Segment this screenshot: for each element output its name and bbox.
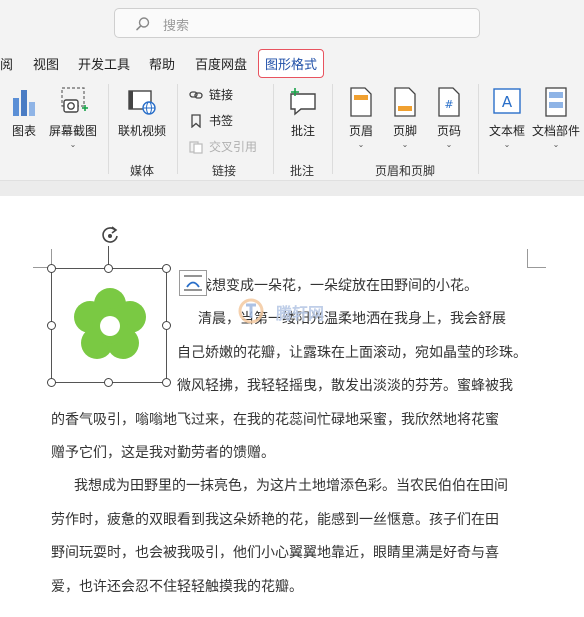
svg-text:#: # [444,98,453,111]
menu-bar: 阅 视图 开发工具 帮助 百度网盘 图形格式 [0,46,584,80]
chart-button[interactable]: 图表 [6,86,42,139]
bookmark-label: 书签 [209,114,234,128]
ribbon-separator [478,84,479,174]
footer-label: 页脚 [392,124,417,138]
ribbon-separator [177,84,178,174]
header-icon [350,87,372,117]
search-box[interactable]: 搜索 [114,8,480,38]
tab-help[interactable]: 帮助 [149,54,175,73]
bookmark-icon [191,113,201,128]
tab-baidu-netdisk[interactable]: 百度网盘 [195,54,247,73]
bookmark-button[interactable]: 书签 [189,112,233,129]
paragraph-line: 野间玩耍时，也会被我吸引，他们小心翼翼地靠近，眼睛里满是好奇与喜 [51,545,499,561]
ribbon-separator [273,84,274,174]
tab-review[interactable]: 阅 [0,54,13,73]
watermark-logo: 腾轩网 [236,296,346,326]
comment-label: 批注 [290,124,315,138]
paragraph-line: 爱，也许还会忍不住轻轻触摸我的花瓣。 [51,579,303,595]
resize-handle[interactable] [47,321,56,330]
ribbon: 图表 屏幕截图 ⌄ 联机视频 链接 书签 交叉引用 批注 页眉 ⌄ 页脚 ⌄ #… [0,80,584,181]
comment-button[interactable]: 批注 [283,86,323,139]
resize-handle[interactable] [47,378,56,387]
ruler-band [0,181,584,196]
header-button[interactable]: 页眉 ⌄ [343,86,379,149]
link-icon [189,90,203,99]
textbox-label: 文本框 [488,124,525,138]
paragraph-line: 微风轻拂，我轻轻摇曳，散发出淡淡的芬芳。蜜蜂被我 [177,378,513,394]
paragraph-line: 赠予它们，这是我对勤劳者的馈赠。 [51,445,275,461]
group-label-media: 媒体 [130,164,155,178]
layout-options-button[interactable] [179,270,207,296]
watermark-icon [238,298,264,324]
group-label-comments: 批注 [290,164,315,178]
chevron-down-icon: ⌄ [503,140,511,149]
online-video-icon [128,90,156,115]
link-label: 链接 [209,88,234,102]
footer-button[interactable]: 页脚 ⌄ [387,86,423,149]
resize-handle[interactable] [162,378,171,387]
chevron-down-icon: ⌄ [401,140,409,149]
watermark-text: 腾轩网 [276,304,325,323]
page-number-label: 页码 [436,124,461,138]
flower-shape[interactable] [66,280,154,372]
cross-reference-icon [189,140,203,154]
tab-developer[interactable]: 开发工具 [78,54,130,73]
online-video-button[interactable]: 联机视频 [117,86,167,139]
resize-handle[interactable] [104,378,113,387]
screenshot-icon [61,87,88,113]
document-parts-label: 文档部件 [531,124,580,138]
title-bar: 搜索 [0,0,584,46]
textbox-button[interactable]: A 文本框 ⌄ [487,86,527,149]
layout-options-icon [184,275,202,291]
resize-handle[interactable] [47,264,56,273]
resize-handle[interactable] [104,264,113,273]
ribbon-separator [332,84,333,174]
header-label: 页眉 [348,124,373,138]
link-button[interactable]: 链接 [189,86,233,103]
cross-reference-button[interactable]: 交叉引用 [189,138,257,155]
chevron-down-icon: ⌄ [357,140,365,149]
chevron-down-icon: ⌄ [552,140,560,149]
search-placeholder: 搜索 [163,19,190,34]
tab-view[interactable]: 视图 [33,54,59,73]
paragraph-line: 的香气吸引，嗡嗡地飞过来，在我的花蕊间忙碌地采蜜，我欣然地将花蜜 [51,412,499,428]
page-number-icon: # [438,87,460,117]
resize-handle[interactable] [162,264,171,273]
resize-handle[interactable] [162,321,171,330]
chevron-down-icon: ⌄ [445,140,453,149]
textbox-icon: A [493,88,521,114]
online-video-label: 联机视频 [117,124,166,138]
document-parts-icon [545,87,567,117]
cross-reference-label: 交叉引用 [209,140,258,154]
tab-shape-format[interactable]: 图形格式 [258,49,325,78]
search-icon [136,17,150,31]
page-number-button[interactable]: # 页码 ⌄ [431,86,467,149]
document-parts-button[interactable]: 文档部件 ⌄ [531,86,581,149]
ribbon-separator [108,84,109,174]
chart-label: 图表 [11,124,36,138]
screenshot-label: 屏幕截图 [48,124,97,138]
crop-mark [527,249,546,268]
paragraph-line: 劳作时，疲惫的双眼看到我这朵娇艳的花，能感到一丝惬意。孩子们在田 [51,512,499,528]
footer-icon [394,87,416,117]
chevron-down-icon: ⌄ [69,140,77,149]
paragraph-line: 我想成为田野里的一抹亮色，为这片土地增添色彩。当农民伯伯在田间 [74,478,508,494]
paragraph-line: 自己娇嫩的花瓣，让露珠在上面滚动，宛如晶莹的珍珠。 [177,345,527,361]
screenshot-button[interactable]: 屏幕截图 ⌄ [47,86,99,149]
chart-icon [13,90,35,116]
group-label-header-footer: 页眉和页脚 [375,164,436,178]
group-label-links: 链接 [212,164,237,178]
rotate-handle-icon[interactable] [99,224,121,246]
comment-icon [290,88,316,116]
svg-text:A: A [502,93,513,111]
